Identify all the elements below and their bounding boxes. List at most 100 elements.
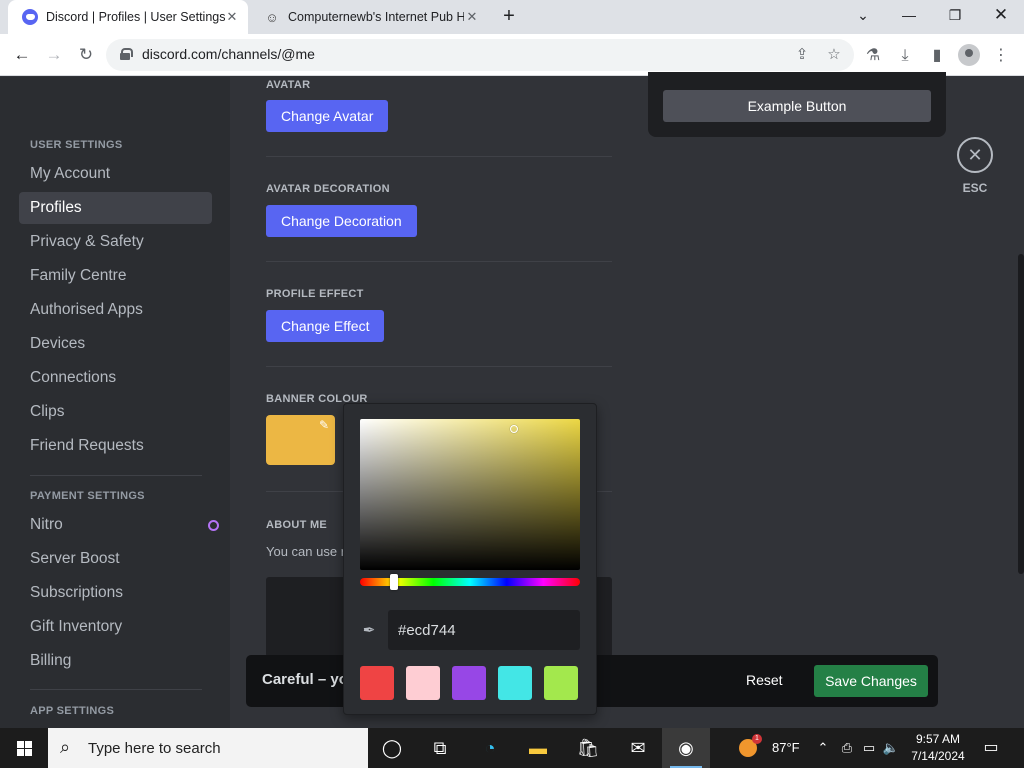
forward-icon[interactable]: → [42, 43, 66, 67]
change-effect-button[interactable]: Change Effect [266, 310, 385, 342]
profile-avatar-icon[interactable] [958, 44, 980, 66]
saturation-cursor[interactable] [510, 425, 518, 433]
avatar-decoration-header: AVATAR DECORATION [266, 183, 390, 195]
profile-effect-header: PROFILE EFFECT [266, 288, 364, 300]
eyedropper-icon[interactable]: ✒ [360, 622, 378, 640]
section-divider [266, 366, 612, 367]
volume-muted-icon[interactable]: 🔈 [882, 738, 900, 758]
example-button[interactable]: Example Button [663, 90, 931, 122]
hex-color-input[interactable] [388, 610, 580, 650]
start-button[interactable] [0, 728, 48, 768]
esc-label: ESC [962, 181, 988, 195]
preset-swatch-pink[interactable] [406, 666, 440, 700]
notification-icon[interactable]: ▭ [980, 738, 1002, 758]
tab-title: Discord | Profiles | User Settings [46, 10, 226, 24]
windows-taskbar: ⌕ Type here to search ◯ ⧉ ◔ ▬ 🛍 ✉ ◉ 1 87… [0, 728, 1024, 768]
sidebar-item-billing[interactable]: Billing [19, 645, 212, 677]
sidebar-divider [30, 689, 202, 690]
sidebar-item-label: Nitro [30, 516, 63, 533]
section-divider [266, 156, 612, 157]
avatar-header: AVATAR [266, 79, 311, 91]
sidebar-item-privacy-safety[interactable]: Privacy & Safety [19, 226, 212, 258]
tab-search-chevron-icon[interactable]: ⌄ [840, 0, 886, 30]
file-explorer-icon[interactable]: ▬ [514, 728, 562, 768]
page-scrollbar[interactable] [1018, 254, 1024, 574]
preset-swatch-cyan[interactable] [498, 666, 532, 700]
sidebar-item-server-boost[interactable]: Server Boost [19, 543, 212, 575]
close-tab-icon[interactable]: ✕ [464, 9, 480, 25]
menu-kebab-icon[interactable]: ⋮ [990, 45, 1012, 67]
saturation-picker[interactable] [360, 419, 580, 570]
sidebar-item-my-account[interactable]: My Account [19, 158, 212, 190]
close-tab-icon[interactable]: ✕ [224, 9, 240, 25]
system-clock[interactable]: 9:57 AM 7/14/2024 [906, 731, 970, 765]
tray-chevron-icon[interactable]: ⌃ [814, 738, 832, 758]
sidebar-item-nitro[interactable]: Nitro [19, 509, 219, 541]
clock-date: 7/14/2024 [911, 749, 965, 763]
mail-icon[interactable]: ✉ [614, 728, 662, 768]
preset-swatch-red[interactable] [360, 666, 394, 700]
pencil-icon: ✎ [318, 418, 329, 432]
change-decoration-button[interactable]: Change Decoration [266, 205, 417, 237]
search-icon: ⌕ [60, 737, 71, 757]
about-me-hint: You can use r [266, 544, 346, 559]
new-tab-button[interactable]: + [498, 5, 520, 27]
sidebar-item-devices[interactable]: Devices [19, 328, 212, 360]
address-toolbar: ← → ↻ discord.com/channels/@me ⇪ ☆ ⚗ ⤓ ▮… [0, 34, 1024, 76]
settings-sidebar: USER SETTINGS My Account Profiles Privac… [0, 77, 230, 728]
sidebar-item-profiles[interactable]: Profiles [19, 192, 212, 224]
sidebar-item-gift-inventory[interactable]: Gift Inventory [19, 611, 212, 643]
extension-icon[interactable]: ⚗ [862, 45, 884, 67]
hue-slider[interactable] [360, 574, 580, 590]
preset-swatch-green[interactable] [544, 666, 578, 700]
unsaved-warning-text: Careful – yo [262, 671, 348, 688]
profile-settings-content: AVATAR Change Avatar AVATAR DECORATION C… [230, 72, 1024, 728]
color-picker-popout: ✒ [343, 403, 597, 715]
change-avatar-button[interactable]: Change Avatar [266, 100, 389, 132]
restore-button[interactable]: ❐ [932, 0, 978, 30]
weather-badge: 1 [752, 734, 762, 744]
tab-discord[interactable]: Discord | Profiles | User Settings ✕ [8, 0, 248, 34]
store-icon[interactable]: 🛍 [564, 728, 612, 768]
sidebar-item-subscriptions[interactable]: Subscriptions [19, 577, 212, 609]
tab-title: Computernewb's Internet Pub H [288, 10, 464, 24]
task-view-icon[interactable]: ⧉ [416, 728, 464, 768]
omnibox[interactable]: discord.com/channels/@me ⇪ ☆ [106, 39, 854, 71]
bookmark-star-icon[interactable]: ☆ [824, 45, 844, 65]
taskbar-search-box[interactable]: ⌕ Type here to search [48, 728, 368, 768]
share-icon[interactable]: ⇪ [792, 45, 812, 65]
side-panel-icon[interactable]: ▮ [926, 45, 948, 67]
temperature-text[interactable]: 87°F [772, 740, 800, 755]
sidebar-item-authorised-apps[interactable]: Authorised Apps [19, 294, 212, 326]
reset-button[interactable]: Reset [746, 672, 783, 688]
save-changes-button[interactable]: Save Changes [814, 665, 928, 697]
close-window-button[interactable]: ✕ [978, 0, 1024, 30]
search-placeholder: Type here to search [88, 740, 221, 757]
preset-swatch-purple[interactable] [452, 666, 486, 700]
banner-colour-swatch[interactable]: ✎ [266, 415, 335, 465]
sidebar-item-connections[interactable]: Connections [19, 362, 212, 394]
download-icon[interactable]: ⤓ [894, 45, 916, 67]
about-me-header: ABOUT ME [266, 519, 328, 531]
hue-slider-handle[interactable] [390, 574, 398, 590]
tab-computernewb[interactable]: ☺ Computernewb's Internet Pub H ✕ [250, 0, 488, 34]
reload-icon[interactable]: ↻ [74, 43, 98, 67]
section-divider [266, 261, 612, 262]
clock-time: 9:57 AM [915, 732, 961, 746]
close-settings-icon[interactable]: ✕ [957, 137, 993, 173]
url-text[interactable]: discord.com/channels/@me [142, 46, 315, 62]
sidebar-item-family-centre[interactable]: Family Centre [19, 260, 212, 292]
meet-now-icon[interactable]: ⎙ [838, 738, 856, 758]
payment-settings-header: PAYMENT SETTINGS [30, 490, 145, 502]
network-icon[interactable]: ▭ [860, 738, 878, 758]
minimize-button[interactable]: — [886, 0, 932, 30]
cortana-icon[interactable]: ◯ [368, 728, 416, 768]
edge-icon[interactable]: ◔ [466, 728, 514, 768]
lock-icon[interactable] [120, 48, 133, 60]
back-icon[interactable]: ← [10, 43, 34, 67]
sidebar-item-friend-requests[interactable]: Friend Requests [19, 430, 212, 462]
chrome-icon[interactable]: ◉ [662, 728, 710, 768]
discord-app: USER SETTINGS My Account Profiles Privac… [0, 72, 1024, 728]
sidebar-item-clips[interactable]: Clips [19, 396, 212, 428]
weather-icon[interactable]: 1 [728, 728, 768, 768]
